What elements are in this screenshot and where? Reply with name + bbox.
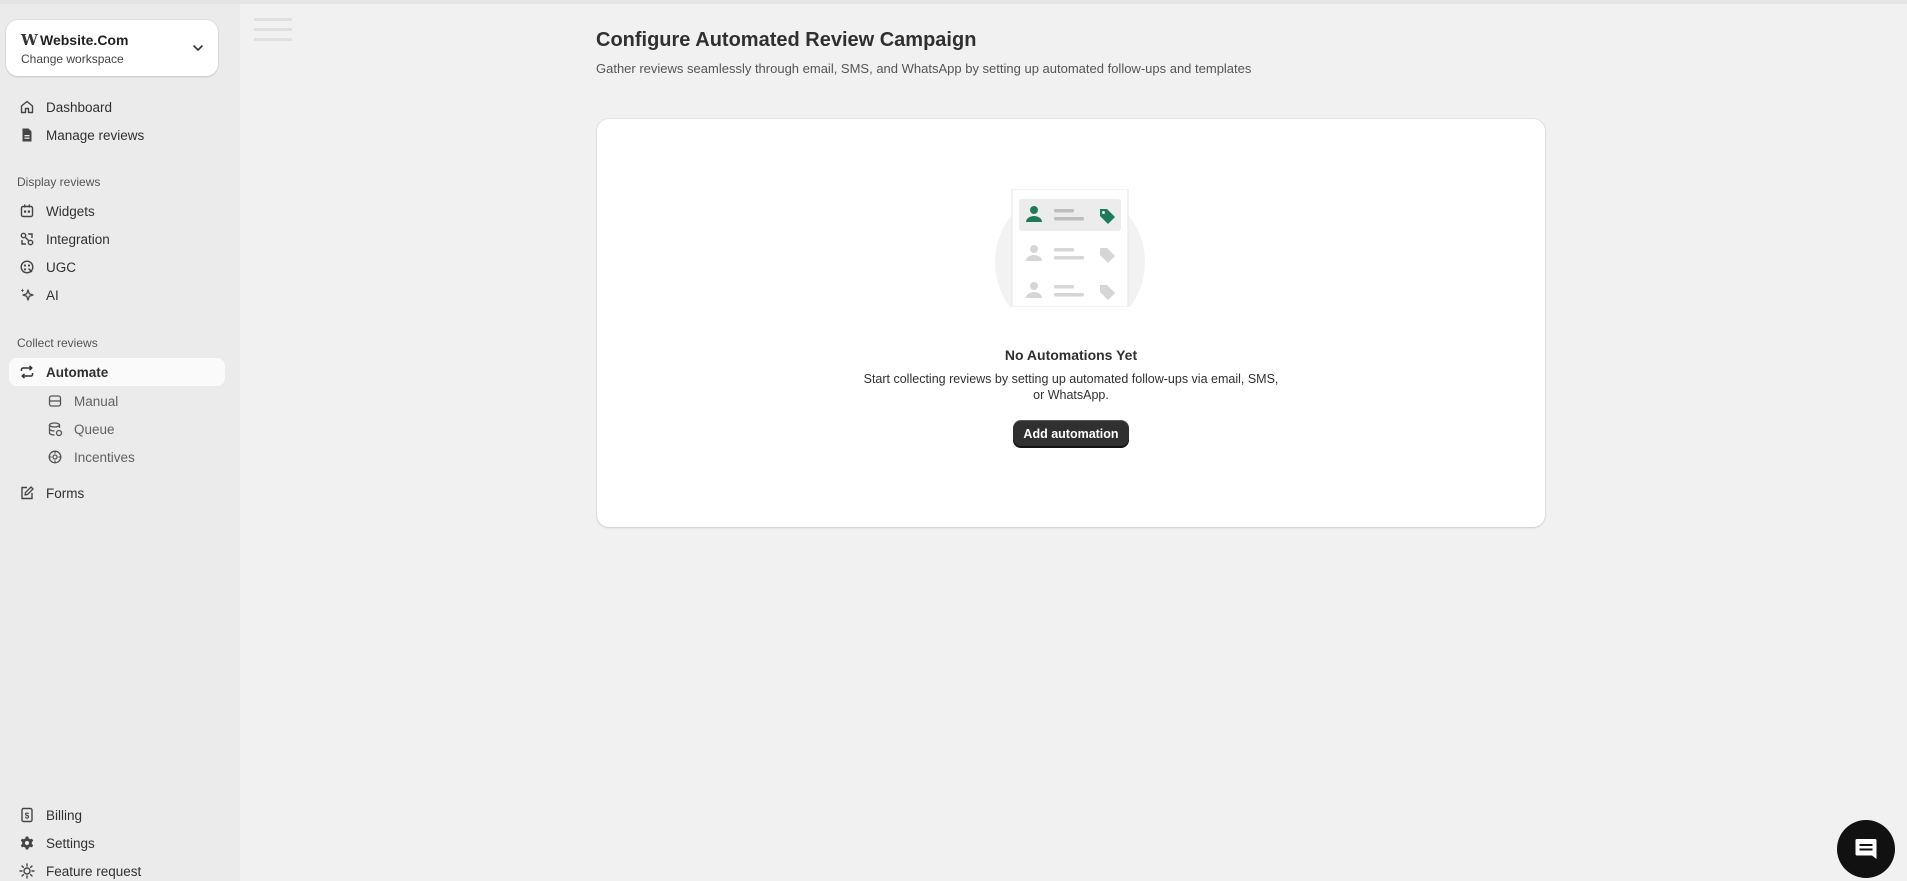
sidebar-item-label: Widgets	[46, 203, 95, 219]
empty-state-description: Start collecting reviews by setting up a…	[863, 372, 1279, 402]
faint-menu-icon	[254, 18, 292, 41]
document-icon	[18, 126, 36, 144]
sidebar-item-manual[interactable]: Manual	[9, 388, 225, 414]
sidebar-item-integration[interactable]: Integration	[9, 226, 225, 252]
sidebar-item-forms[interactable]: Forms	[9, 480, 225, 506]
integration-icon	[18, 230, 36, 248]
sidebar-item-feature-request[interactable]: Feature request	[9, 858, 225, 881]
chat-launcher-button[interactable]	[1837, 820, 1895, 878]
sidebar-item-billing[interactable]: $ Billing	[9, 802, 225, 828]
sidebar-item-label: Manage reviews	[46, 127, 145, 143]
sidebar-item-ugc[interactable]: UGC	[9, 254, 225, 280]
empty-state-title: No Automations Yet	[1004, 347, 1138, 363]
sidebar-item-settings[interactable]: Settings	[9, 830, 225, 856]
sidebar-item-label: Queue	[74, 421, 115, 437]
sidebar-item-dashboard[interactable]: Dashboard	[9, 94, 225, 120]
repeat-icon	[18, 363, 36, 381]
sidebar-item-label: AI	[46, 287, 59, 303]
svg-text:$: $	[25, 812, 30, 821]
sidebar-item-manage-reviews[interactable]: Manage reviews	[9, 122, 225, 148]
section-label-display: Display reviews	[17, 175, 101, 189]
sidebar-item-label: Dashboard	[46, 99, 113, 115]
page-subtitle: Gather reviews seamlessly through email,…	[596, 61, 1252, 76]
sidebar-item-label: Forms	[46, 485, 85, 501]
database-icon	[46, 420, 64, 438]
automation-list-illustration	[995, 189, 1145, 307]
workspace-logo: W	[21, 31, 38, 49]
sparkle-icon	[18, 286, 36, 304]
sun-icon	[18, 862, 36, 880]
sidebar-item-label: Feature request	[46, 863, 142, 879]
add-automation-button[interactable]: Add automation	[1013, 420, 1129, 448]
sidebar-item-label: Incentives	[74, 449, 135, 465]
sidebar-item-widgets[interactable]: Widgets	[9, 198, 225, 224]
sidebar-item-label: Billing	[46, 807, 83, 823]
sidebar-item-incentives[interactable]: Incentives	[9, 444, 225, 470]
sidebar-item-label: Settings	[46, 835, 95, 851]
gear-cog-icon	[46, 448, 64, 466]
sidebar-item-label: Automate	[46, 364, 109, 380]
sidebar-item-automate[interactable]: Automate	[9, 358, 225, 386]
widgets-icon	[18, 202, 36, 220]
sidebar-item-label: Integration	[46, 231, 110, 247]
storage-icon	[46, 392, 64, 410]
ugc-icon	[18, 258, 36, 276]
workspace-name: Website.Com	[40, 32, 129, 48]
page-title: Configure Automated Review Campaign	[596, 29, 977, 51]
top-border	[0, 0, 1907, 4]
chat-icon	[1855, 839, 1877, 859]
sidebar-item-label: Manual	[74, 393, 119, 409]
home-icon	[18, 98, 36, 116]
sidebar-item-ai[interactable]: AI	[9, 282, 225, 308]
sidebar: W Website.Com Change workspace Dashboard…	[0, 4, 240, 881]
empty-state-card: No Automations Yet Start collecting revi…	[597, 119, 1545, 527]
chevron-down-icon[interactable]	[190, 40, 206, 56]
section-label-collect: Collect reviews	[17, 336, 98, 350]
sidebar-item-queue[interactable]: Queue	[9, 416, 225, 442]
billing-icon: $	[18, 806, 36, 824]
change-workspace-label: Change workspace	[21, 52, 124, 66]
sidebar-item-label: UGC	[46, 259, 76, 275]
edit-form-icon	[18, 484, 36, 502]
workspace-switcher[interactable]: W Website.Com Change workspace	[6, 20, 218, 76]
settings-icon	[18, 834, 36, 852]
